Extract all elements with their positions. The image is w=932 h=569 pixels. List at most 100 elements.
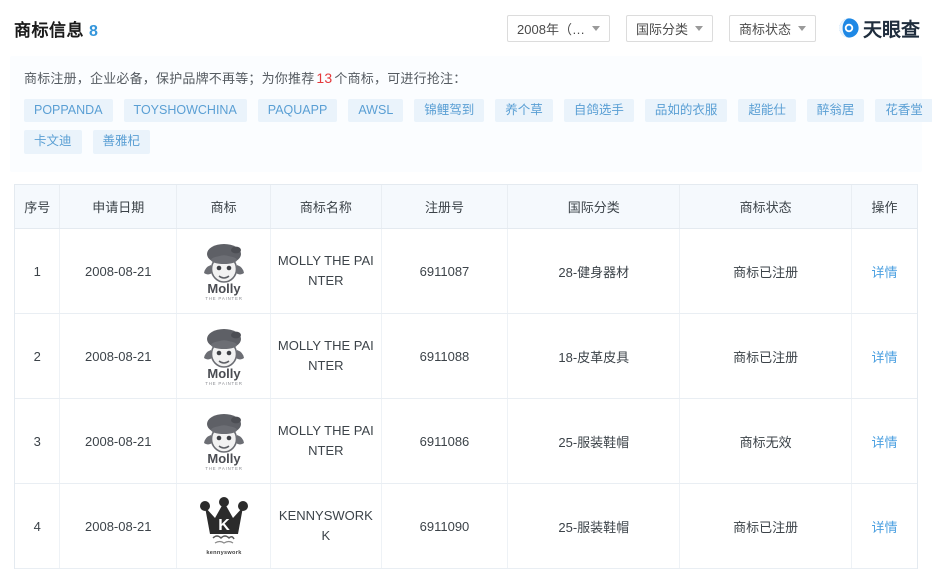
cell-international-class: 18-皮革皮具 [507,313,681,400]
page-title-text: 商标信息 [14,20,84,40]
cell-registration-number: 6911086 [381,398,509,485]
column-header-action: 操作 [851,184,917,230]
cell-registration-number: 6911087 [381,228,509,315]
kennyswork-crown-logo: K kennyswork [193,492,255,560]
header-filter-controls: 2008年（… 国际分类 商标状态 天眼查 [507,14,920,42]
cell-trademark-status: 商标已注册 [679,483,852,569]
chevron-down-icon [591,26,600,31]
detail-link[interactable]: 详情 [871,520,897,535]
promo-message: 商标注册，企业必备，保护品牌不再等；为你推荐 13 个商标，可进行抢注： [24,68,908,87]
chevron-down-icon [694,26,703,31]
cell-trademark-logo: Molly THE PAINTER [176,228,272,315]
svg-text:Molly: Molly [207,281,241,296]
promo-text-before: 商标注册，企业必备，保护品牌不再等；为你推荐 [24,71,315,86]
table-header: 序号 申请日期 商标 商标名称 注册号 国际分类 商标状态 操作 [15,184,917,230]
filter-dropdown-year-label: 2008年（… [517,21,585,37]
svg-text:K: K [218,517,230,534]
column-header-trademark-status: 商标状态 [679,184,852,230]
svg-text:kennyswork: kennyswork [206,550,242,556]
molly-trademark-logo: Molly THE PAINTER [193,322,255,390]
trademark-tag[interactable]: 锦鲤驾到 [414,99,485,123]
trademark-table: 序号 申请日期 商标 商标名称 注册号 国际分类 商标状态 操作 1 2008-… [15,184,917,569]
table-row: 3 2008-08-21 Molly THE PAINTER MOLLY THE… [15,398,917,485]
filter-dropdown-year[interactable]: 2008年（… [507,14,610,42]
brand-name-text: 天眼查 [862,19,920,41]
column-header-index: 序号 [15,184,61,230]
brand-logo[interactable]: 天眼查 [838,15,920,42]
cell-registration-number: 6911088 [381,313,509,400]
molly-face-icon: Molly THE PAINTER [203,414,244,471]
tag-row: POPPANDA TOYSHOWCHINA PAQUAPP AWSL 锦鲤驾到 … [24,99,932,123]
trademark-table-container: 序号 申请日期 商标 商标名称 注册号 国际分类 商标状态 操作 1 2008-… [14,183,918,569]
cell-international-class: 25-服装鞋帽 [507,483,681,569]
cell-index: 1 [15,228,61,315]
trademark-tag[interactable]: 善雅杞 [92,130,151,154]
trademark-tag[interactable]: POPPANDA [24,99,113,123]
cell-action: 详情 [851,228,917,315]
trademark-tag[interactable]: TOYSHOWCHINA [123,99,247,123]
molly-face-icon: Molly THE PAINTER [203,244,244,301]
molly-trademark-logo: Molly THE PAINTER [193,237,255,305]
trademark-tag[interactable]: 醉翁居 [806,99,865,123]
column-header-trademark-name: 商标名称 [270,184,382,230]
cell-index: 4 [15,483,61,569]
trademark-tag[interactable]: AWSL [348,99,404,123]
tianyancha-eye-icon [839,18,859,38]
cell-index: 3 [15,398,61,485]
svg-text:THE PAINTER: THE PAINTER [205,466,243,471]
trademark-tag[interactable]: PAQUAPP [257,99,338,123]
cell-registration-number: 6911090 [381,483,509,569]
table-row: 4 2008-08-21 K kennyswork KENNYSWORKK 69… [15,483,917,569]
cell-index: 2 [15,313,61,400]
crown-icon: K kennyswork [199,497,248,556]
svg-text:Molly: Molly [207,366,241,381]
table-header-row: 序号 申请日期 商标 商标名称 注册号 国际分类 商标状态 操作 [15,184,917,230]
trademark-tag[interactable]: 自鸽选手 [563,99,634,123]
cell-trademark-name: MOLLY THE PAINTER [270,313,382,400]
cell-trademark-status: 商标已注册 [679,228,852,315]
trademark-tag[interactable]: 卡文迪 [24,130,82,154]
filter-dropdown-trademark-status[interactable]: 商标状态 [728,14,816,42]
cell-trademark-logo: Molly THE PAINTER [176,398,272,485]
cell-apply-date: 2008-08-21 [59,483,178,569]
filter-dropdown-international-class[interactable]: 国际分类 [625,14,713,42]
trademark-tag[interactable]: 超能仕 [738,99,796,123]
molly-face-icon: Molly THE PAINTER [203,329,244,386]
trademark-tag[interactable]: 养个草 [495,99,553,123]
column-header-international-class: 国际分类 [507,184,681,230]
cell-action: 详情 [851,483,917,569]
filter-dropdown-international-class-label: 国际分类 [635,21,688,37]
cell-action: 详情 [851,398,917,485]
svg-text:THE PAINTER: THE PAINTER [205,296,243,301]
cell-apply-date: 2008-08-21 [59,398,178,485]
cell-trademark-logo: Molly THE PAINTER [176,313,272,400]
trademark-tag[interactable]: 品如的衣服 [644,99,728,123]
cell-trademark-name: KENNYSWORKK [270,483,382,569]
trademark-tag[interactable]: 花香堂 [875,99,932,123]
trademark-count-badge: 8 [89,22,99,40]
cell-trademark-name: MOLLY THE PAINTER [270,398,382,485]
cell-action: 详情 [851,313,917,400]
cell-trademark-status: 商标无效 [679,398,852,485]
svg-text:THE PAINTER: THE PAINTER [205,381,243,386]
trademark-info-page: 商标信息 8 2008年（… 国际分类 商标状态 天眼查 商标注册，企业必备，保… [0,0,932,569]
detail-link[interactable]: 详情 [871,265,897,280]
table-row: 1 2008-08-21 Molly THE PAINTER MOLLY THE… [15,228,917,315]
cell-apply-date: 2008-08-21 [59,313,178,400]
cell-trademark-logo: K kennyswork [176,483,272,569]
trademark-promo-banner: 商标注册，企业必备，保护品牌不再等；为你推荐 13 个商标，可进行抢注： POPPA… [10,56,932,172]
cell-trademark-status: 商标已注册 [679,313,852,400]
promo-text-after: 个商标，可进行抢注： [334,71,467,86]
detail-link[interactable]: 详情 [871,435,897,450]
column-header-trademark: 商标 [176,184,272,230]
molly-trademark-logo: Molly THE PAINTER [193,407,255,475]
page-header: 商标信息 8 2008年（… 国际分类 商标状态 天眼查 [0,0,932,56]
table-row: 2 2008-08-21 Molly THE PAINTER MOLLY THE… [15,313,917,400]
page-title: 商标信息 8 [14,16,98,41]
cell-trademark-name: MOLLY THE PAINTER [270,228,382,315]
promo-recommend-count: 13 [316,70,333,86]
recommended-trademark-tags: POPPANDA TOYSHOWCHINA PAQUAPP AWSL 锦鲤驾到 … [24,99,932,154]
column-header-apply-date: 申请日期 [59,184,178,230]
detail-link[interactable]: 详情 [871,350,897,365]
column-header-registration-number: 注册号 [381,184,509,230]
